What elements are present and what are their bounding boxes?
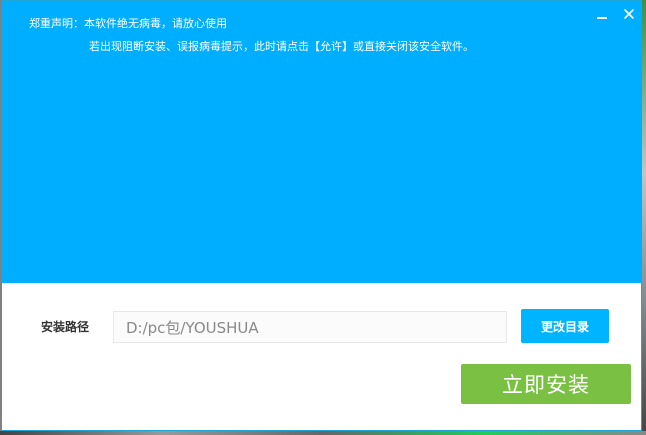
header-banner: 郑重声明：本软件绝无病毒，请放心使用 若出现阻断安装、误报病毒提示，此时请点击【… — [2, 1, 641, 283]
install-path-input[interactable] — [113, 311, 507, 343]
desktop-background-bottom — [0, 431, 646, 435]
desktop-background-right — [642, 0, 646, 435]
close-button[interactable] — [622, 7, 636, 21]
disclaimer-text: 郑重声明：本软件绝无病毒，请放心使用 — [29, 17, 227, 30]
install-path-label: 安装路径 — [41, 320, 90, 334]
minimize-button[interactable] — [595, 7, 609, 21]
install-now-button[interactable]: 立即安装 — [461, 364, 631, 404]
antivirus-hint-text: 若出现阻断安装、误报病毒提示，此时请点击【允许】或直接关闭该安全软件。 — [89, 40, 474, 53]
installer-window: 郑重声明：本软件绝无病毒，请放心使用 若出现阻断安装、误报病毒提示，此时请点击【… — [1, 0, 642, 431]
minimize-icon — [597, 17, 607, 19]
close-icon — [624, 9, 634, 19]
change-directory-button[interactable]: 更改目录 — [521, 309, 609, 343]
